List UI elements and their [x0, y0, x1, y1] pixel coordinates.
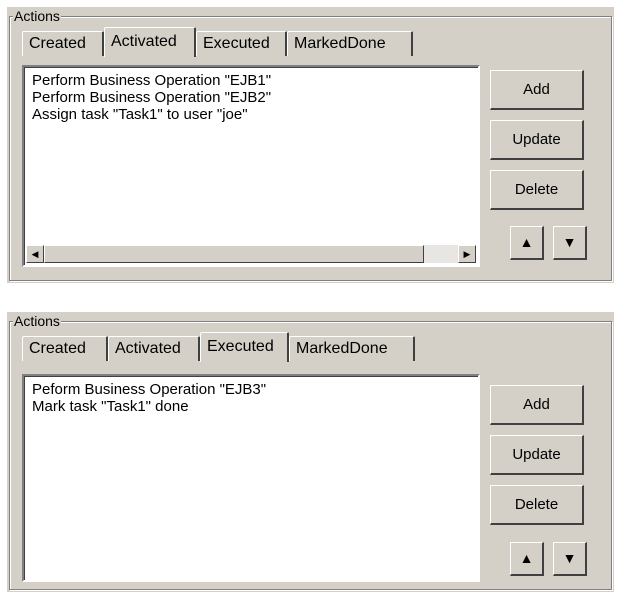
tab-activated[interactable]: Activated	[104, 27, 196, 57]
arrow-down-icon[interactable]: ▼	[553, 226, 587, 260]
panel-title: Actions	[13, 313, 61, 329]
arrow-up-icon[interactable]: ▲	[510, 542, 544, 576]
arrow-up-icon[interactable]: ▲	[510, 226, 544, 260]
list-item[interactable]: Mark task "Task1" done	[24, 398, 478, 415]
list-item[interactable]: Perform Business Operation "EJB1"	[24, 72, 478, 89]
update-button[interactable]: Update	[490, 120, 584, 160]
actions-list[interactable]: Peform Business Operation "EJB3" Mark ta…	[22, 374, 480, 582]
tab-created[interactable]: Created	[22, 336, 108, 361]
horizontal-scrollbar[interactable]: ◀ ▶	[26, 245, 476, 263]
arrow-down-icon[interactable]: ▼	[553, 542, 587, 576]
scroll-right-icon[interactable]: ▶	[458, 245, 476, 263]
tab-executed[interactable]: Executed	[196, 31, 287, 56]
tab-markeddone[interactable]: MarkedDone	[289, 336, 415, 361]
actions-panel-executed: Actions Created Activated Executed Marke…	[7, 312, 614, 592]
delete-button[interactable]: Delete	[490, 485, 584, 525]
panel-title: Actions	[13, 8, 61, 24]
tab-markeddone[interactable]: MarkedDone	[287, 31, 413, 56]
scroll-left-icon[interactable]: ◀	[26, 245, 44, 263]
update-button[interactable]: Update	[490, 435, 584, 475]
scroll-thumb[interactable]	[44, 245, 424, 263]
delete-button[interactable]: Delete	[490, 170, 584, 210]
list-item[interactable]: Peform Business Operation "EJB3"	[24, 381, 478, 398]
add-button[interactable]: Add	[490, 385, 584, 425]
tab-activated[interactable]: Activated	[108, 336, 200, 361]
add-button[interactable]: Add	[490, 70, 584, 110]
tab-created[interactable]: Created	[22, 31, 104, 56]
actions-panel-activated: Actions Created Activated Executed Marke…	[7, 7, 614, 283]
actions-list[interactable]: Perform Business Operation "EJB1" Perfor…	[22, 65, 480, 267]
list-item[interactable]: Perform Business Operation "EJB2"	[24, 89, 478, 106]
list-item[interactable]: Assign task "Task1" to user "joe"	[24, 106, 478, 123]
tab-executed[interactable]: Executed	[200, 332, 289, 362]
